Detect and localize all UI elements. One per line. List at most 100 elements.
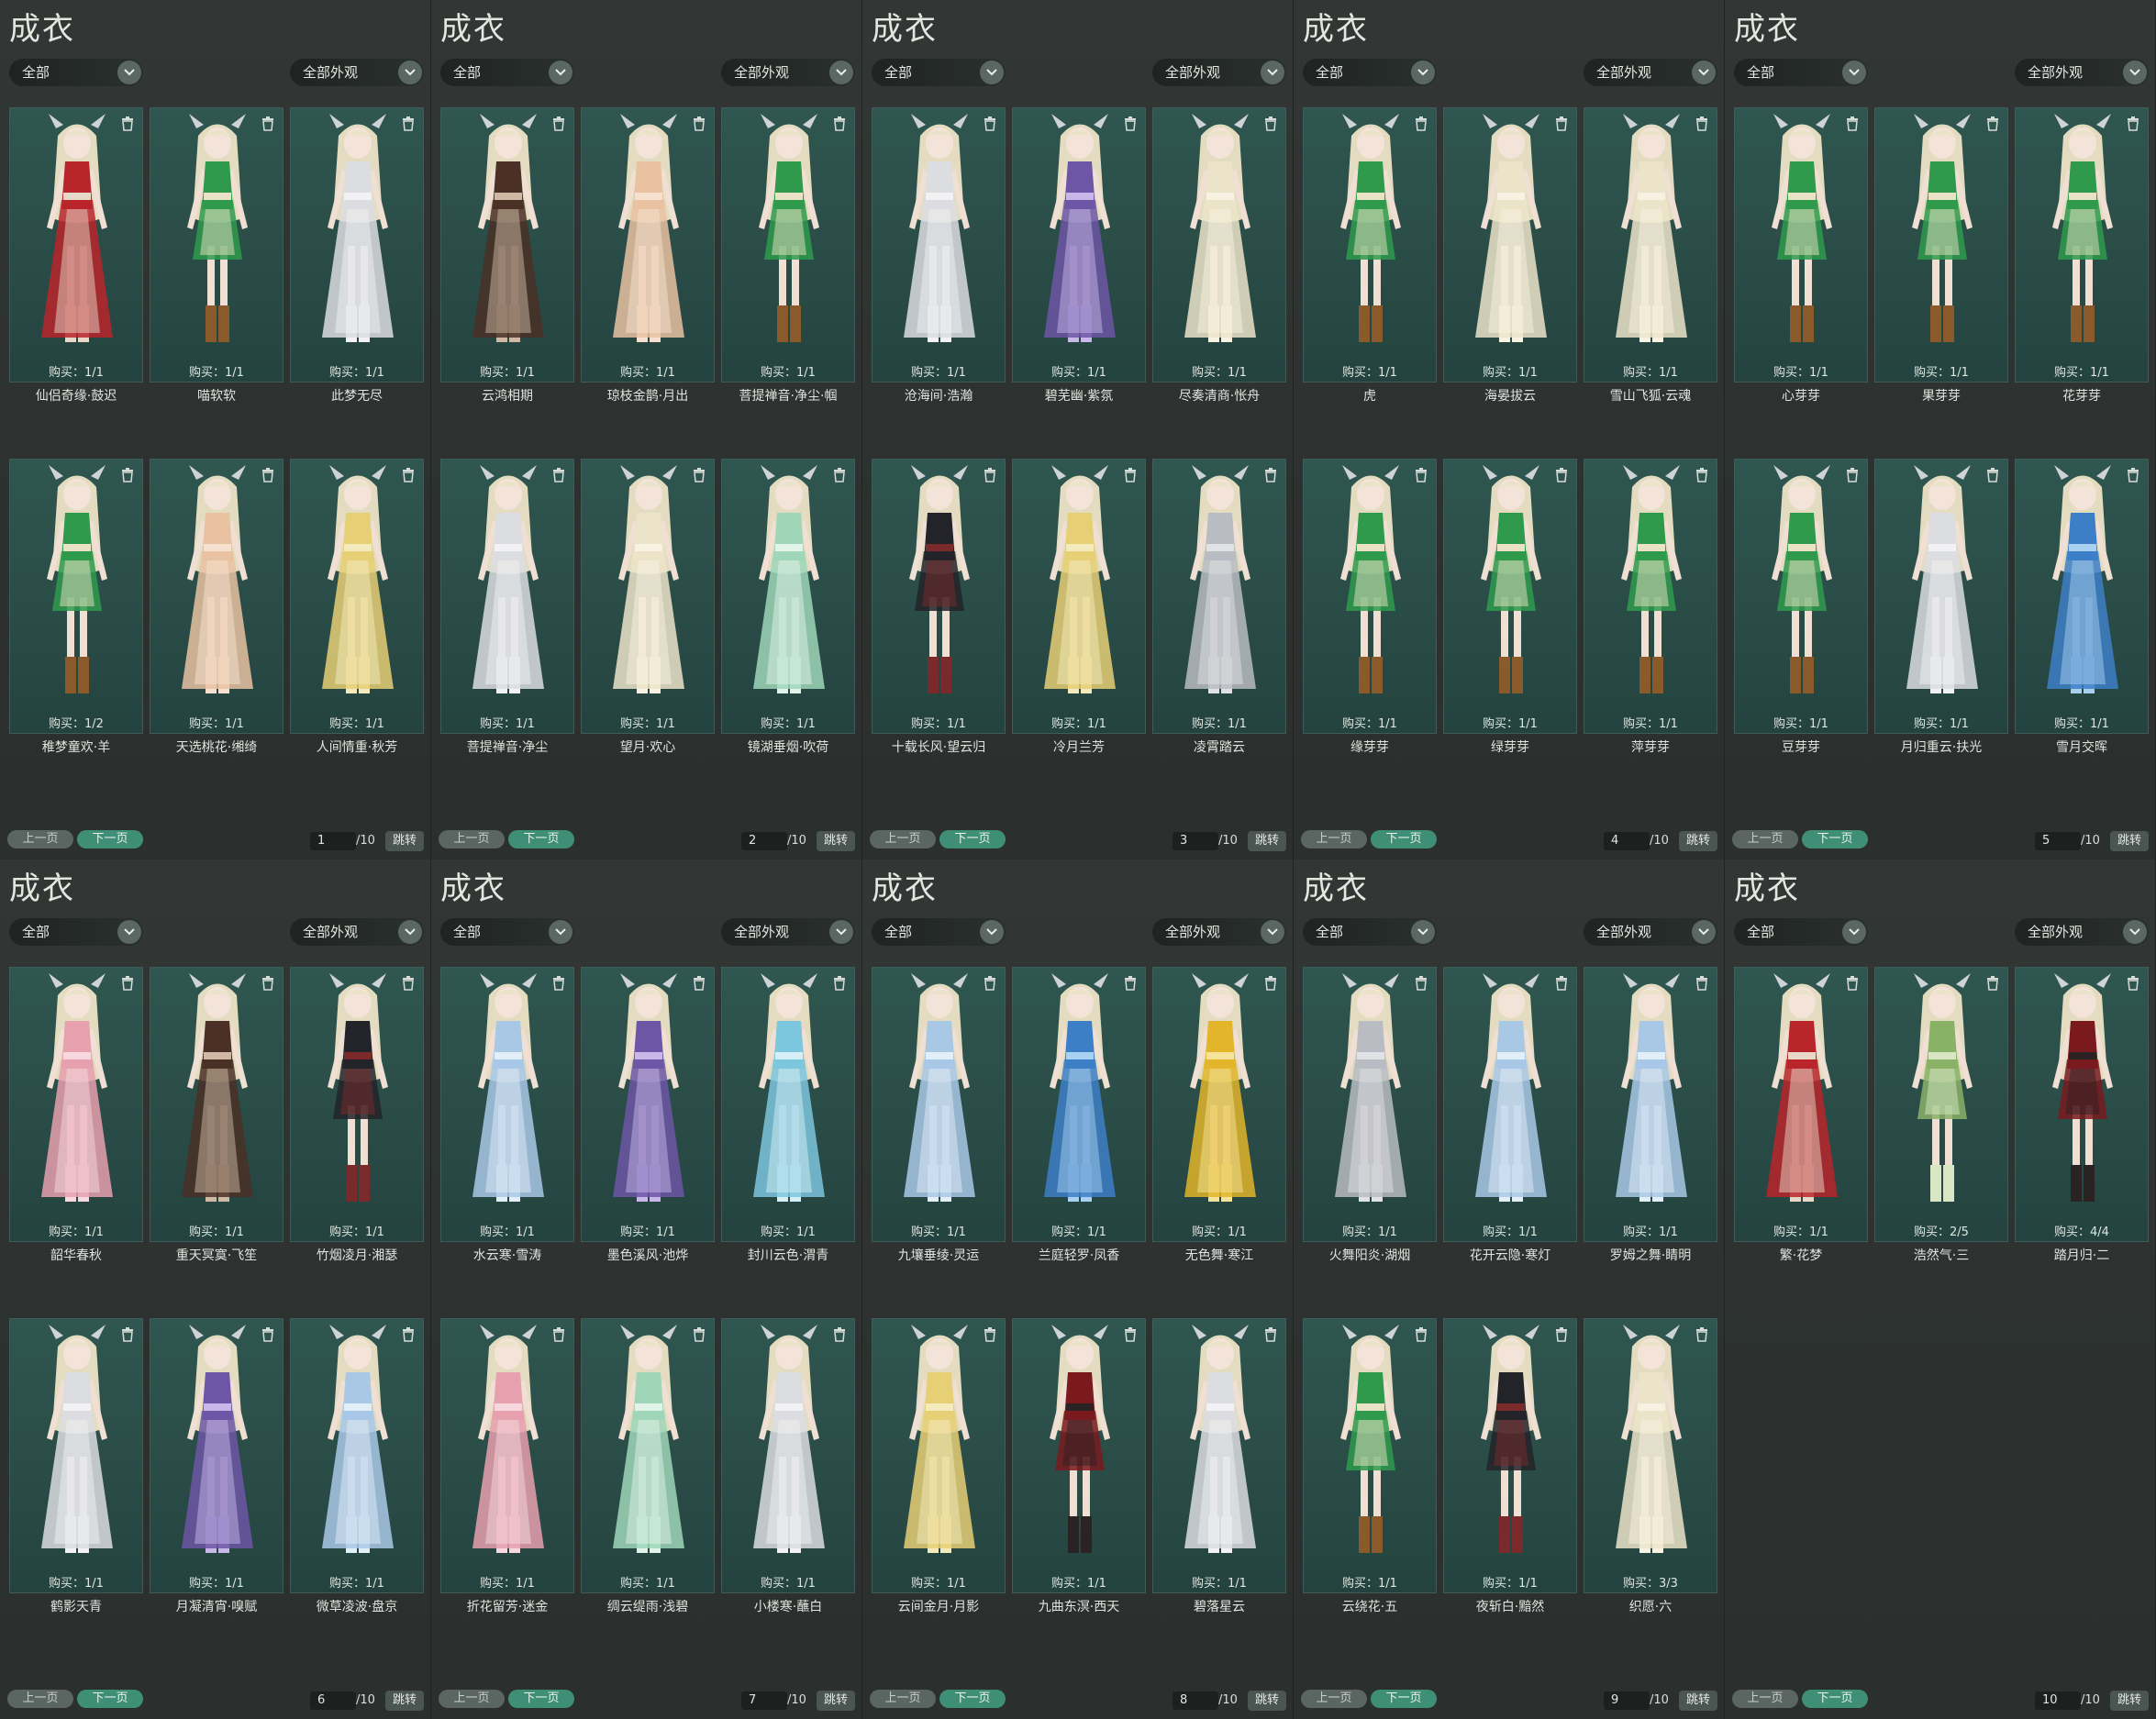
trash-icon[interactable] bbox=[1554, 975, 1569, 992]
jump-button[interactable]: 跳转 bbox=[2110, 831, 2149, 851]
outfit-card[interactable]: 购买：1/1 bbox=[150, 1318, 283, 1593]
outfit-card[interactable]: 购买：1/1 bbox=[9, 107, 143, 383]
page-number-input[interactable]: 7 bbox=[741, 1691, 787, 1710]
outfit-card[interactable]: 购买：1/1 bbox=[872, 107, 1006, 383]
page-number-input[interactable]: 3 bbox=[1172, 832, 1218, 850]
trash-icon[interactable] bbox=[983, 467, 997, 483]
next-page-button[interactable]: 下一页 bbox=[1371, 830, 1437, 848]
trash-icon[interactable] bbox=[401, 975, 416, 992]
trash-icon[interactable] bbox=[1123, 975, 1138, 992]
trash-icon[interactable] bbox=[261, 975, 275, 992]
trash-icon[interactable] bbox=[1985, 467, 2000, 483]
outfit-card[interactable]: 购买：4/4 bbox=[2015, 967, 2149, 1242]
outfit-card[interactable]: 购买：1/1 bbox=[581, 1318, 715, 1593]
jump-button[interactable]: 跳转 bbox=[1248, 1691, 1286, 1711]
outfit-card[interactable]: 购买：1/1 bbox=[1584, 107, 1717, 383]
prev-page-button[interactable]: 上一页 bbox=[870, 1690, 936, 1708]
trash-icon[interactable] bbox=[261, 1326, 275, 1343]
trash-icon[interactable] bbox=[1123, 467, 1138, 483]
prev-page-button[interactable]: 上一页 bbox=[7, 830, 73, 848]
trash-icon[interactable] bbox=[832, 467, 847, 483]
outfit-card[interactable]: 购买：1/1 bbox=[1152, 1318, 1286, 1593]
prev-page-button[interactable]: 上一页 bbox=[439, 830, 505, 848]
category-filter-dropdown[interactable]: 全部 bbox=[9, 59, 143, 86]
appearance-filter-dropdown[interactable]: 全部外观 bbox=[1584, 59, 1717, 86]
trash-icon[interactable] bbox=[1263, 116, 1278, 132]
category-filter-dropdown[interactable]: 全部 bbox=[1734, 59, 1868, 86]
next-page-button[interactable]: 下一页 bbox=[508, 830, 574, 848]
next-page-button[interactable]: 下一页 bbox=[77, 830, 143, 848]
outfit-card[interactable]: 购买：1/1 bbox=[1443, 967, 1577, 1242]
outfit-card[interactable]: 购买：1/1 bbox=[872, 967, 1006, 1242]
appearance-filter-dropdown[interactable]: 全部外观 bbox=[721, 918, 855, 946]
outfit-card[interactable]: 购买：3/3 bbox=[1584, 1318, 1717, 1593]
trash-icon[interactable] bbox=[1263, 467, 1278, 483]
outfit-card[interactable]: 购买：1/1 bbox=[1303, 107, 1437, 383]
outfit-card[interactable]: 购买：1/1 bbox=[440, 967, 574, 1242]
next-page-button[interactable]: 下一页 bbox=[508, 1690, 574, 1708]
appearance-filter-dropdown[interactable]: 全部外观 bbox=[2015, 918, 2149, 946]
trash-icon[interactable] bbox=[1123, 116, 1138, 132]
trash-icon[interactable] bbox=[551, 116, 566, 132]
outfit-card[interactable]: 购买：1/1 bbox=[290, 107, 424, 383]
outfit-card[interactable]: 购买：1/1 bbox=[150, 967, 283, 1242]
outfit-card[interactable]: 购买：1/1 bbox=[872, 1318, 1006, 1593]
category-filter-dropdown[interactable]: 全部 bbox=[1734, 918, 1868, 946]
category-filter-dropdown[interactable]: 全部 bbox=[440, 918, 574, 946]
next-page-button[interactable]: 下一页 bbox=[1371, 1690, 1437, 1708]
trash-icon[interactable] bbox=[1414, 116, 1428, 132]
outfit-card[interactable]: 购买：2/5 bbox=[1874, 967, 2008, 1242]
prev-page-button[interactable]: 上一页 bbox=[870, 830, 936, 848]
category-filter-dropdown[interactable]: 全部 bbox=[9, 918, 143, 946]
outfit-card[interactable]: 购买：1/1 bbox=[1584, 967, 1717, 1242]
outfit-card[interactable]: 购买：1/1 bbox=[1303, 1318, 1437, 1593]
outfit-card[interactable]: 购买：1/1 bbox=[150, 459, 283, 734]
jump-button[interactable]: 跳转 bbox=[1679, 831, 1717, 851]
category-filter-dropdown[interactable]: 全部 bbox=[440, 59, 574, 86]
outfit-card[interactable]: 购买：1/1 bbox=[440, 107, 574, 383]
trash-icon[interactable] bbox=[832, 116, 847, 132]
outfit-card[interactable]: 购买：1/1 bbox=[721, 967, 855, 1242]
outfit-card[interactable]: 购买：1/1 bbox=[1443, 1318, 1577, 1593]
outfit-card[interactable]: 购买：1/1 bbox=[1012, 967, 1146, 1242]
jump-button[interactable]: 跳转 bbox=[1248, 831, 1286, 851]
prev-page-button[interactable]: 上一页 bbox=[1301, 830, 1367, 848]
trash-icon[interactable] bbox=[401, 116, 416, 132]
trash-icon[interactable] bbox=[983, 1326, 997, 1343]
trash-icon[interactable] bbox=[832, 975, 847, 992]
trash-icon[interactable] bbox=[120, 116, 135, 132]
outfit-card[interactable]: 购买：1/1 bbox=[721, 107, 855, 383]
jump-button[interactable]: 跳转 bbox=[385, 1691, 424, 1711]
appearance-filter-dropdown[interactable]: 全部外观 bbox=[1152, 59, 1286, 86]
page-number-input[interactable]: 4 bbox=[1604, 832, 1650, 850]
outfit-card[interactable]: 购买：1/1 bbox=[1734, 967, 1868, 1242]
page-number-input[interactable]: 5 bbox=[2035, 832, 2081, 850]
outfit-card[interactable]: 购买：1/1 bbox=[1443, 459, 1577, 734]
trash-icon[interactable] bbox=[1845, 116, 1860, 132]
page-number-input[interactable]: 1 bbox=[310, 832, 356, 850]
appearance-filter-dropdown[interactable]: 全部外观 bbox=[2015, 59, 2149, 86]
outfit-card[interactable]: 购买：1/1 bbox=[9, 967, 143, 1242]
trash-icon[interactable] bbox=[1695, 467, 1709, 483]
outfit-card[interactable]: 购买：1/1 bbox=[1012, 1318, 1146, 1593]
outfit-card[interactable]: 购买：1/1 bbox=[1734, 459, 1868, 734]
outfit-card[interactable]: 购买：1/1 bbox=[1734, 107, 1868, 383]
prev-page-button[interactable]: 上一页 bbox=[1732, 830, 1798, 848]
next-page-button[interactable]: 下一页 bbox=[77, 1690, 143, 1708]
prev-page-button[interactable]: 上一页 bbox=[1732, 1690, 1798, 1708]
trash-icon[interactable] bbox=[1695, 1326, 1709, 1343]
trash-icon[interactable] bbox=[692, 1326, 706, 1343]
trash-icon[interactable] bbox=[1845, 975, 1860, 992]
trash-icon[interactable] bbox=[1845, 467, 1860, 483]
appearance-filter-dropdown[interactable]: 全部外观 bbox=[1584, 918, 1717, 946]
trash-icon[interactable] bbox=[551, 1326, 566, 1343]
outfit-card[interactable]: 购买：1/1 bbox=[1152, 967, 1286, 1242]
trash-icon[interactable] bbox=[120, 467, 135, 483]
trash-icon[interactable] bbox=[1695, 975, 1709, 992]
trash-icon[interactable] bbox=[551, 467, 566, 483]
trash-icon[interactable] bbox=[261, 467, 275, 483]
outfit-card[interactable]: 购买：1/1 bbox=[150, 107, 283, 383]
trash-icon[interactable] bbox=[832, 1326, 847, 1343]
outfit-card[interactable]: 购买：1/1 bbox=[290, 459, 424, 734]
page-number-input[interactable]: 9 bbox=[1604, 1691, 1650, 1710]
